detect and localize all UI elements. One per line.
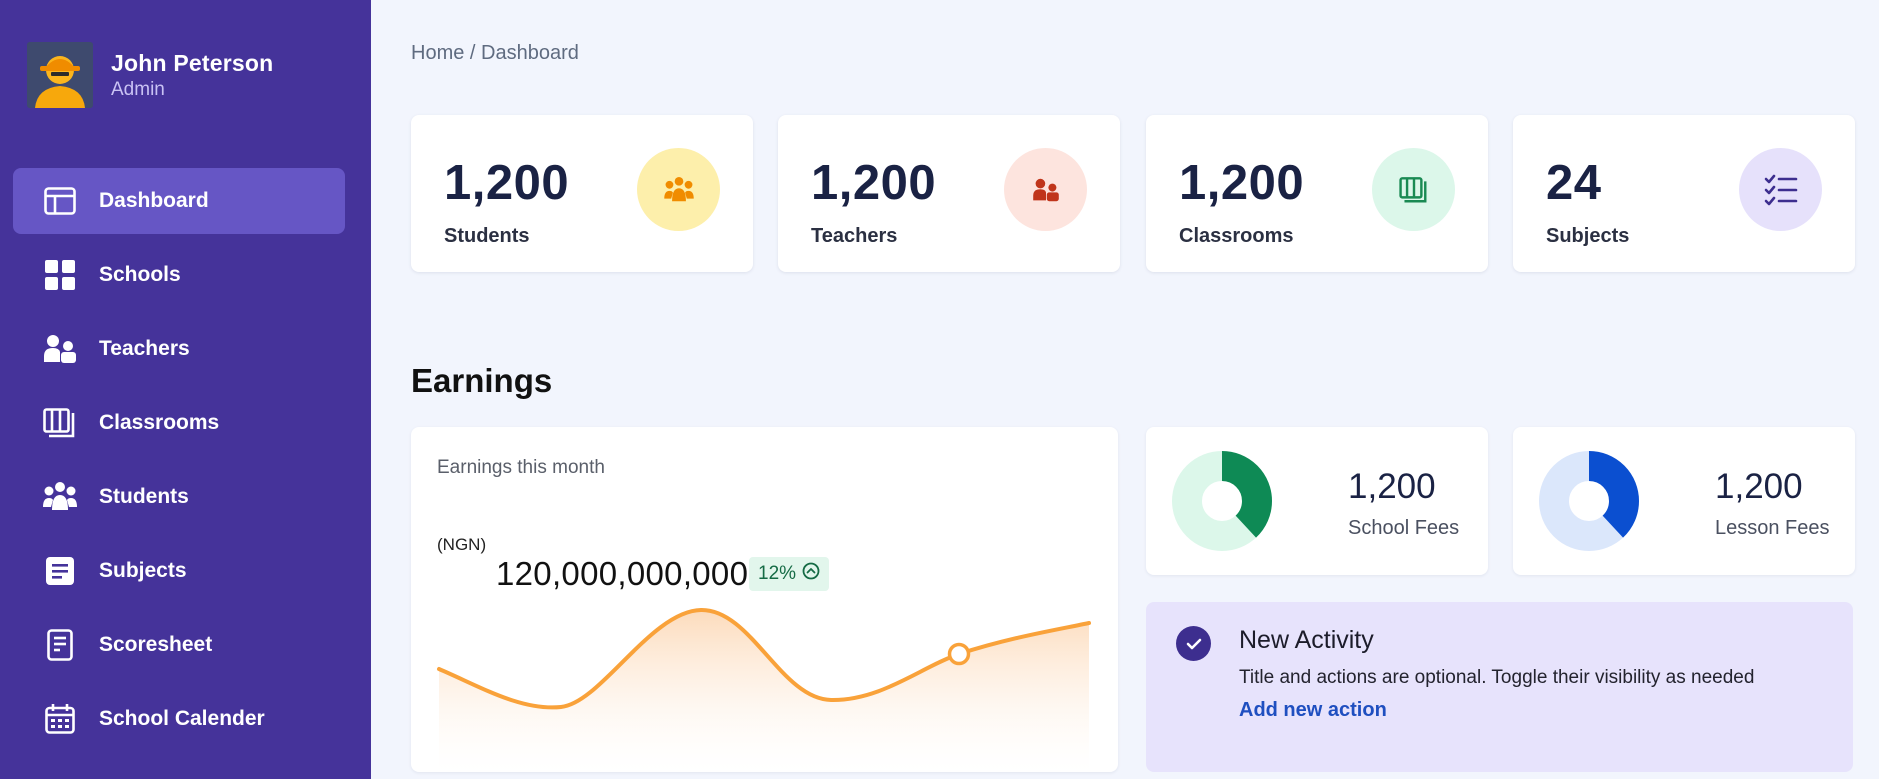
- stat-value: 24: [1546, 156, 1602, 210]
- avatar: [27, 42, 93, 108]
- add-new-action-link[interactable]: Add new action: [1239, 699, 1387, 722]
- user-name: John Peterson: [111, 49, 274, 76]
- students-group-icon: [637, 148, 720, 231]
- new-activity-alert: New Activity Title and actions are optio…: [1146, 602, 1853, 772]
- earnings-card-title: Earnings this month: [437, 457, 605, 478]
- sidebar-item-teachers[interactable]: Teachers: [13, 316, 345, 382]
- activity-description: Title and actions are optional. Toggle t…: [1239, 667, 1755, 688]
- stat-card-teachers[interactable]: 1,200 Teachers: [778, 115, 1120, 272]
- sidebar-item-subjects[interactable]: Subjects: [13, 538, 345, 604]
- stat-value: 1,200: [444, 156, 570, 210]
- sidebar-item-label: School Calender: [99, 707, 265, 730]
- students-icon: [43, 480, 77, 514]
- sidebar-item-classrooms[interactable]: Classrooms: [13, 390, 345, 456]
- earnings-marker[interactable]: [947, 642, 971, 666]
- sidebar-nav: Dashboard Schools Teachers Classrooms St…: [13, 168, 345, 760]
- subjects-icon: [43, 554, 77, 588]
- sidebar-item-students[interactable]: Students: [13, 464, 345, 530]
- earnings-card: Earnings this month (NGN) 120,000,000,00…: [411, 427, 1118, 772]
- earnings-line-chart: [437, 607, 1091, 772]
- sidebar-item-label: Students: [99, 485, 189, 508]
- stat-card-subjects[interactable]: 24 Subjects: [1513, 115, 1855, 272]
- earnings-amount: 120,000,000,000: [496, 555, 749, 592]
- fee-value: 1,200: [1348, 467, 1436, 506]
- classrooms-icon: [43, 406, 77, 440]
- fee-label: Lesson Fees: [1715, 517, 1830, 539]
- stat-label: Subjects: [1546, 225, 1630, 247]
- earnings-change-badge: 12%: [749, 557, 830, 591]
- grid-icon: [43, 258, 77, 292]
- sidebar-item-label: Teachers: [99, 337, 190, 360]
- sidebar-item-label: Scoresheet: [99, 633, 213, 656]
- check-circle-icon: [1176, 626, 1211, 661]
- breadcrumb[interactable]: Home / Dashboard: [411, 42, 579, 65]
- stat-value: 1,200: [811, 156, 937, 210]
- scoresheet-icon: [43, 628, 77, 662]
- sidebar-item-label: Dashboard: [99, 189, 209, 212]
- teachers-icon: [43, 332, 77, 366]
- sidebar-item-label: Schools: [99, 263, 181, 286]
- sidebar-item-dashboard[interactable]: Dashboard: [13, 168, 345, 234]
- fee-label: School Fees: [1348, 517, 1460, 539]
- classrooms-icon: [1372, 148, 1455, 231]
- arrow-up-circle-icon: [802, 562, 820, 586]
- sidebar-item-schools[interactable]: Schools: [13, 242, 345, 308]
- fee-card-school-fees[interactable]: 1,200 School Fees: [1146, 427, 1488, 575]
- sidebar: John Peterson Admin Dashboard Schools Te…: [0, 0, 371, 779]
- earnings-change-value: 12%: [758, 563, 797, 584]
- earnings-currency: (NGN): [437, 535, 487, 554]
- activity-title: New Activity: [1239, 626, 1374, 654]
- school-fees-donut: [1172, 451, 1272, 551]
- stat-card-students[interactable]: 1,200 Students: [411, 115, 753, 272]
- user-profile[interactable]: John Peterson Admin: [27, 42, 273, 108]
- teachers-icon: [1004, 148, 1087, 231]
- earnings-area: [439, 609, 1089, 772]
- sidebar-item-label: Subjects: [99, 559, 187, 582]
- stat-label: Students: [444, 225, 530, 247]
- lesson-fees-donut: [1539, 451, 1639, 551]
- stat-card-classrooms[interactable]: 1,200 Classrooms: [1146, 115, 1488, 272]
- dashboard-icon: [43, 184, 77, 218]
- stat-value: 1,200: [1179, 156, 1305, 210]
- fee-value: 1,200: [1715, 467, 1803, 506]
- checklist-icon: [1739, 148, 1822, 231]
- stat-label: Teachers: [811, 225, 898, 247]
- earnings-section-title: Earnings: [411, 362, 553, 399]
- user-role: Admin: [111, 78, 165, 100]
- fee-card-lesson-fees[interactable]: 1,200 Lesson Fees: [1513, 427, 1855, 575]
- stat-label: Classrooms: [1179, 225, 1294, 247]
- sidebar-item-school-calender[interactable]: School Calender: [13, 686, 345, 752]
- sidebar-item-label: Classrooms: [99, 411, 220, 434]
- sidebar-item-scoresheet[interactable]: Scoresheet: [13, 612, 345, 678]
- calendar-icon: [43, 702, 77, 736]
